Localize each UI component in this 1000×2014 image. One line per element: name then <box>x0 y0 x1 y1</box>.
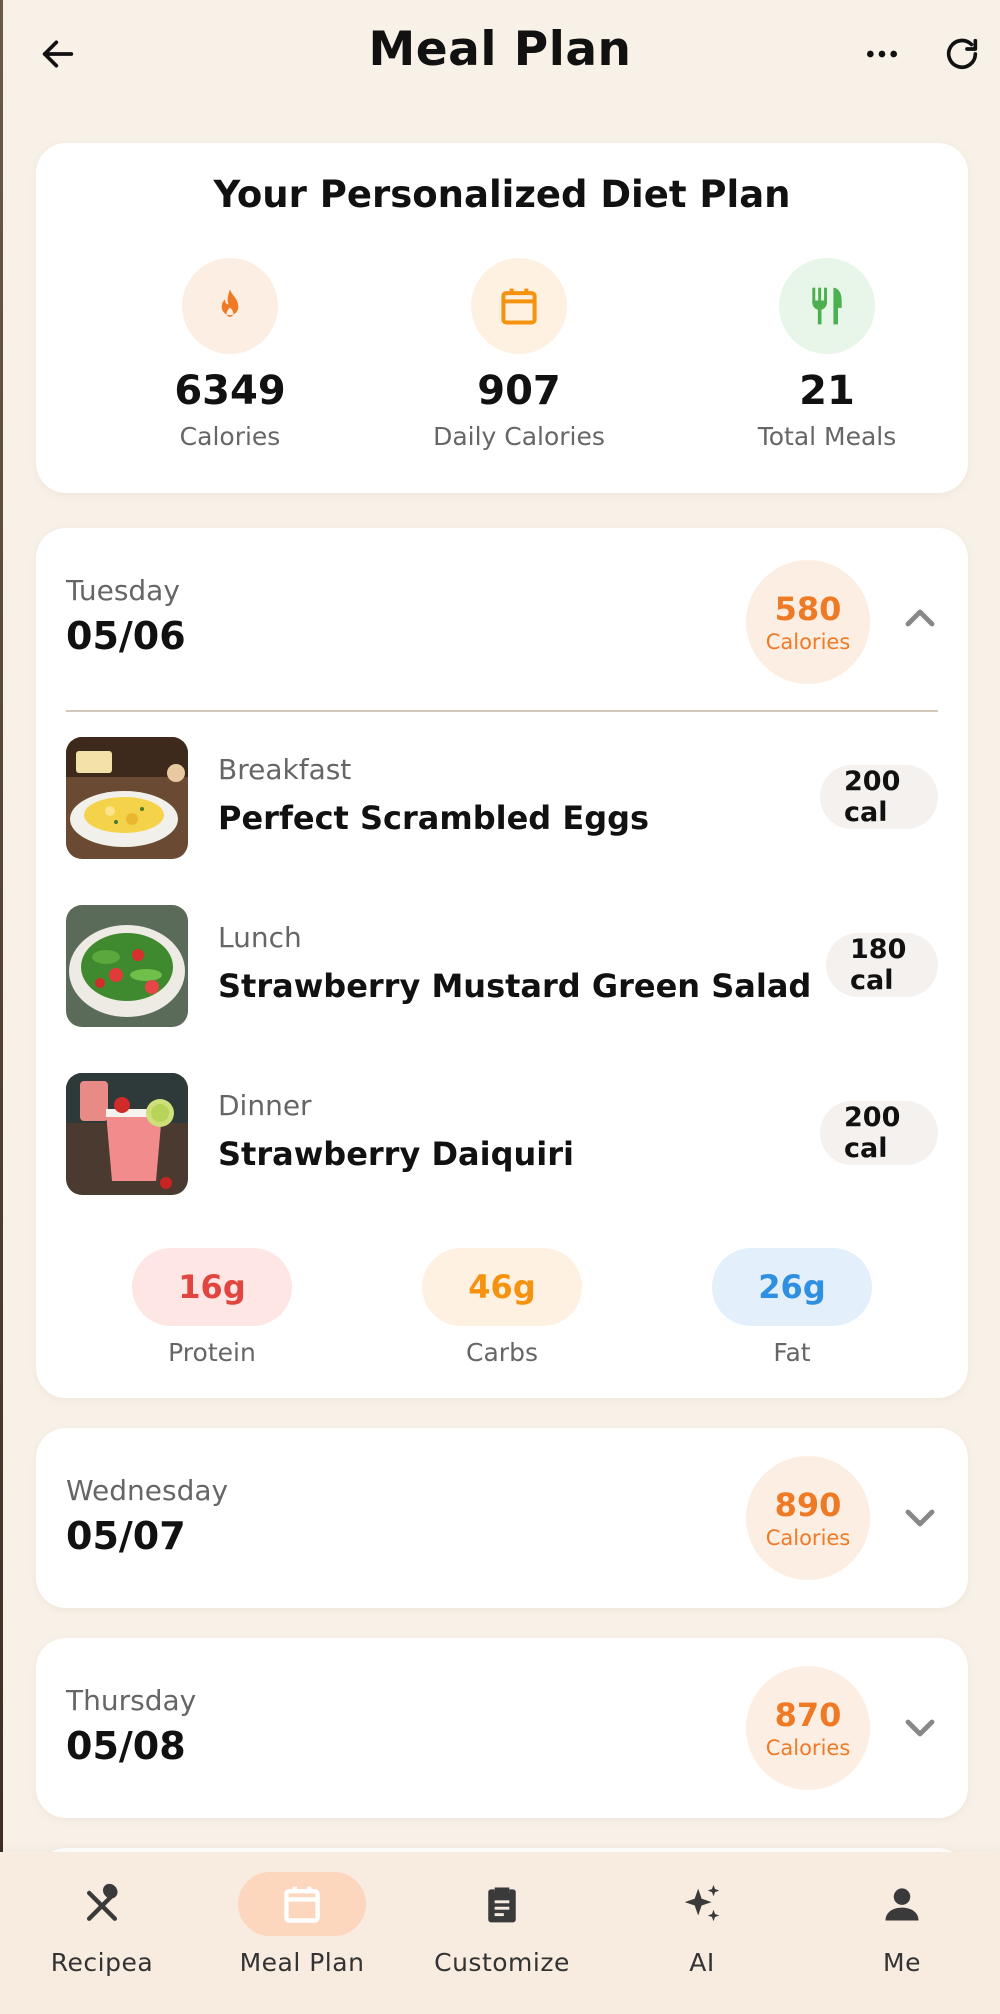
meal-image-scrambled-eggs <box>66 737 188 859</box>
nav-label: Me <box>883 1948 921 1977</box>
macro-protein: 16g Protein <box>132 1248 292 1367</box>
meal-name: Strawberry Mustard Green Salad <box>218 967 812 1005</box>
day-card-wednesday[interactable]: Wednesday 05/07 890 Calories <box>36 1428 968 1608</box>
stat-value: 21 <box>799 368 855 414</box>
macro-label: Fat <box>773 1338 811 1367</box>
day-calories-value: 580 <box>774 590 842 628</box>
more-horizontal-icon <box>867 50 897 58</box>
diet-summary-card: Your Personalized Diet Plan 6349 Calorie… <box>36 143 968 493</box>
day-date: 05/06 <box>66 614 186 658</box>
flame-icon <box>182 258 278 354</box>
day-calories-badge: 890 Calories <box>746 1456 870 1580</box>
day-calories-value: 890 <box>774 1486 842 1524</box>
nav-item-recipea[interactable]: Recipea <box>12 1872 192 1977</box>
meal-type: Breakfast <box>218 753 352 786</box>
person-icon <box>838 1872 966 1936</box>
more-options-button[interactable] <box>850 22 914 86</box>
meal-image-strawberry-salad <box>66 905 188 1027</box>
window-edge <box>0 0 3 2014</box>
stat-label: Total Meals <box>757 422 897 451</box>
meal-type: Lunch <box>218 921 302 954</box>
utensils-icon <box>779 258 875 354</box>
day-name: Wednesday <box>66 1474 229 1507</box>
day-card-thursday[interactable]: Thursday 05/08 870 Calories <box>36 1638 968 1818</box>
meal-name: Perfect Scrambled Eggs <box>218 799 650 837</box>
utensils-crossed-icon <box>38 1872 166 1936</box>
day-name: Thursday <box>66 1684 197 1717</box>
day-card-tuesday: Tuesday 05/06 580 Calories Breakfast Per… <box>36 528 968 1398</box>
meal-plan-screen: Meal Plan Your Personalized Diet Plan 63… <box>0 0 1000 2014</box>
meal-name: Strawberry Daiquiri <box>218 1135 574 1173</box>
stat-value: 907 <box>477 368 561 414</box>
stat-daily-calories: 907 Daily Calories <box>369 258 669 451</box>
macro-label: Carbs <box>466 1338 538 1367</box>
meal-calories-pill: 180 cal <box>826 933 938 997</box>
nav-label: Meal Plan <box>239 1948 365 1977</box>
nav-item-customize[interactable]: Customize <box>412 1872 592 1977</box>
macro-label: Protein <box>168 1338 256 1367</box>
macro-fat: 26g Fat <box>712 1248 872 1367</box>
meal-type: Dinner <box>218 1089 312 1122</box>
day-name: Tuesday <box>66 574 180 607</box>
day-header[interactable]: Tuesday 05/06 580 Calories <box>36 528 968 708</box>
meal-row-lunch[interactable]: Lunch Strawberry Mustard Green Salad 180… <box>66 905 938 1027</box>
clipboard-icon <box>438 1872 566 1936</box>
day-calories-label: Calories <box>765 1526 851 1550</box>
chevron-down-icon[interactable] <box>896 1704 944 1752</box>
day-calories-label: Calories <box>765 1736 851 1760</box>
meal-calories-pill: 200 cal <box>820 1101 938 1165</box>
calendar-icon <box>238 1872 366 1936</box>
nav-item-meal-plan[interactable]: Meal Plan <box>212 1872 392 1977</box>
nav-item-me[interactable]: Me <box>812 1872 992 1977</box>
day-calories-badge: 580 Calories <box>746 560 870 684</box>
day-calories-value: 870 <box>774 1696 842 1734</box>
sparkles-icon <box>638 1872 766 1936</box>
meal-row-breakfast[interactable]: Breakfast Perfect Scrambled Eggs 200 cal <box>66 737 938 859</box>
stat-label: Calories <box>179 422 281 451</box>
stat-total-calories: 6349 Calories <box>80 258 380 451</box>
macro-carbs: 46g Carbs <box>422 1248 582 1367</box>
macro-value: 16g <box>132 1248 292 1326</box>
stat-label: Daily Calories <box>433 422 605 451</box>
day-header[interactable]: Wednesday 05/07 890 Calories <box>36 1428 968 1608</box>
macro-value: 46g <box>422 1248 582 1326</box>
day-calories-badge: 870 Calories <box>746 1666 870 1790</box>
summary-title: Your Personalized Diet Plan <box>213 173 791 216</box>
stat-total-meals: 21 Total Meals <box>677 258 977 451</box>
stat-value: 6349 <box>174 368 286 414</box>
nav-label: Recipea <box>50 1948 154 1977</box>
calendar-icon <box>471 258 567 354</box>
day-date: 05/07 <box>66 1514 186 1558</box>
chevron-down-icon[interactable] <box>896 1494 944 1542</box>
bottom-navigation: Recipea Meal Plan Customize AI Me <box>0 1852 1000 2014</box>
day-date: 05/08 <box>66 1724 186 1768</box>
nav-label: Customize <box>434 1948 570 1977</box>
meal-row-dinner[interactable]: Dinner Strawberry Daiquiri 200 cal <box>66 1073 938 1195</box>
day-calories-label: Calories <box>765 630 851 654</box>
refresh-icon <box>946 38 978 70</box>
divider <box>66 710 938 712</box>
app-header: Meal Plan <box>0 0 1000 110</box>
refresh-button[interactable] <box>930 22 994 86</box>
day-header[interactable]: Thursday 05/08 870 Calories <box>36 1638 968 1818</box>
macro-value: 26g <box>712 1248 872 1326</box>
nav-item-ai[interactable]: AI <box>612 1872 792 1977</box>
meal-calories-pill: 200 cal <box>820 765 938 829</box>
nav-label: AI <box>689 1948 715 1977</box>
meal-image-strawberry-daiquiri <box>66 1073 188 1195</box>
chevron-up-icon[interactable] <box>896 594 944 642</box>
